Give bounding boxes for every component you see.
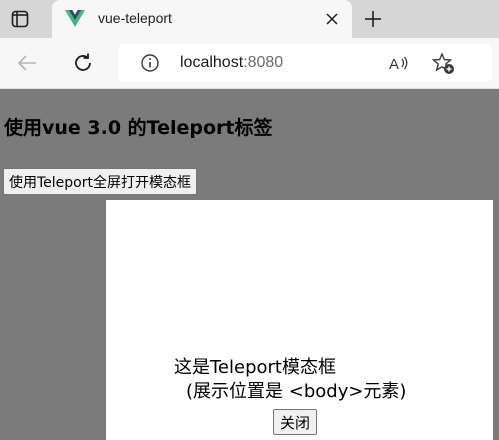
active-tab[interactable]: vue-teleport [52,0,352,38]
svg-text:A: A [389,56,399,73]
back-button[interactable] [14,50,40,76]
reload-icon [75,53,91,71]
address-bar[interactable]: localhost:8080 A [118,44,492,82]
open-modal-button[interactable]: 使用Teleport全屏打开模态框 [3,168,197,195]
page-viewport: 使用vue 3.0 的Teleport标签 使用Teleport全屏打开模态框 … [0,89,499,440]
tab-title: vue-teleport [98,10,172,26]
page-title: 使用vue 3.0 的Teleport标签 [4,117,273,139]
read-aloud-icon[interactable]: A [388,52,410,74]
modal-subtext: (展示位置是 <body>元素) [186,381,407,402]
tab-actions-button[interactable] [6,6,34,32]
back-arrow-icon [17,55,36,71]
url-port: :8080 [243,54,284,71]
url-text[interactable]: localhost:8080 [180,54,283,72]
close-tab-button[interactable] [322,9,342,29]
vue-logo-icon [65,10,85,27]
plus-icon [365,11,381,27]
teleport-modal: 这是Teleport模态框 (展示位置是 <body>元素) 关闭 [106,200,493,440]
add-favorite-icon[interactable] [432,52,456,76]
new-tab-button[interactable] [362,8,384,30]
close-icon [326,13,338,25]
modal-message: 这是Teleport模态框 [174,357,336,378]
reload-button[interactable] [70,50,96,76]
close-modal-button[interactable]: 关闭 [273,409,318,435]
tab-strip: vue-teleport [0,0,499,38]
url-host: localhost [180,54,244,71]
tab-actions-icon [11,10,29,28]
info-icon[interactable] [140,53,160,73]
browser-toolbar: localhost:8080 A [0,38,499,89]
